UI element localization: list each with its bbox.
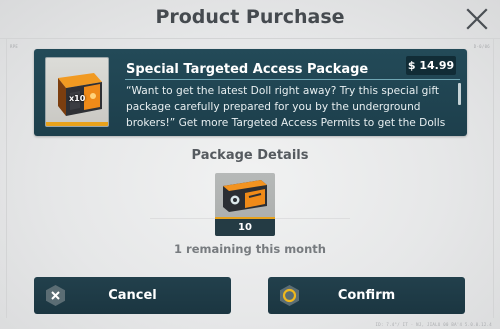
left-frame-line: [6, 38, 7, 318]
thumbnail-quantity: x10: [69, 94, 86, 103]
package-card: x10 Special Targeted Access Package $ 14…: [34, 49, 467, 136]
cancel-button[interactable]: Cancel: [34, 277, 231, 314]
description-scrollbar[interactable]: [458, 83, 461, 105]
header-divider: [0, 38, 500, 39]
close-icon: [466, 8, 488, 30]
confirm-button[interactable]: Confirm: [268, 277, 465, 314]
title-bar: Product Purchase: [0, 0, 500, 38]
targeted-access-permit-card-icon: [223, 180, 267, 212]
package-name: Special Targeted Access Package: [126, 62, 369, 77]
confirm-label: Confirm: [337, 288, 396, 303]
package-description[interactable]: “Want to get the latest Doll right away?…: [126, 83, 454, 132]
package-thumbnail: x10: [45, 57, 109, 127]
footer-code: ID: 7.4°/ IT · NJ, JIALU 00 BA'4 5.0.0.1…: [375, 322, 492, 327]
corner-code-right: D-0/06: [473, 44, 490, 49]
remaining-purchases-text: 1 remaining this month: [174, 242, 326, 256]
close-button[interactable]: [464, 6, 490, 32]
orange-access-card-box-icon: [58, 73, 102, 116]
package-item-tile[interactable]: 10: [215, 173, 275, 236]
package-details-heading: Package Details: [191, 148, 309, 163]
item-count: 10: [215, 219, 275, 236]
corner-code-left: RPE: [10, 44, 19, 49]
price-tag: $ 14.99: [406, 56, 456, 75]
rarity-bar: [46, 122, 108, 126]
cancel-label: Cancel: [108, 288, 157, 303]
package-name-underline: [125, 79, 460, 80]
right-frame-line: [493, 38, 494, 318]
dialog-title: Product Purchase: [155, 6, 345, 28]
